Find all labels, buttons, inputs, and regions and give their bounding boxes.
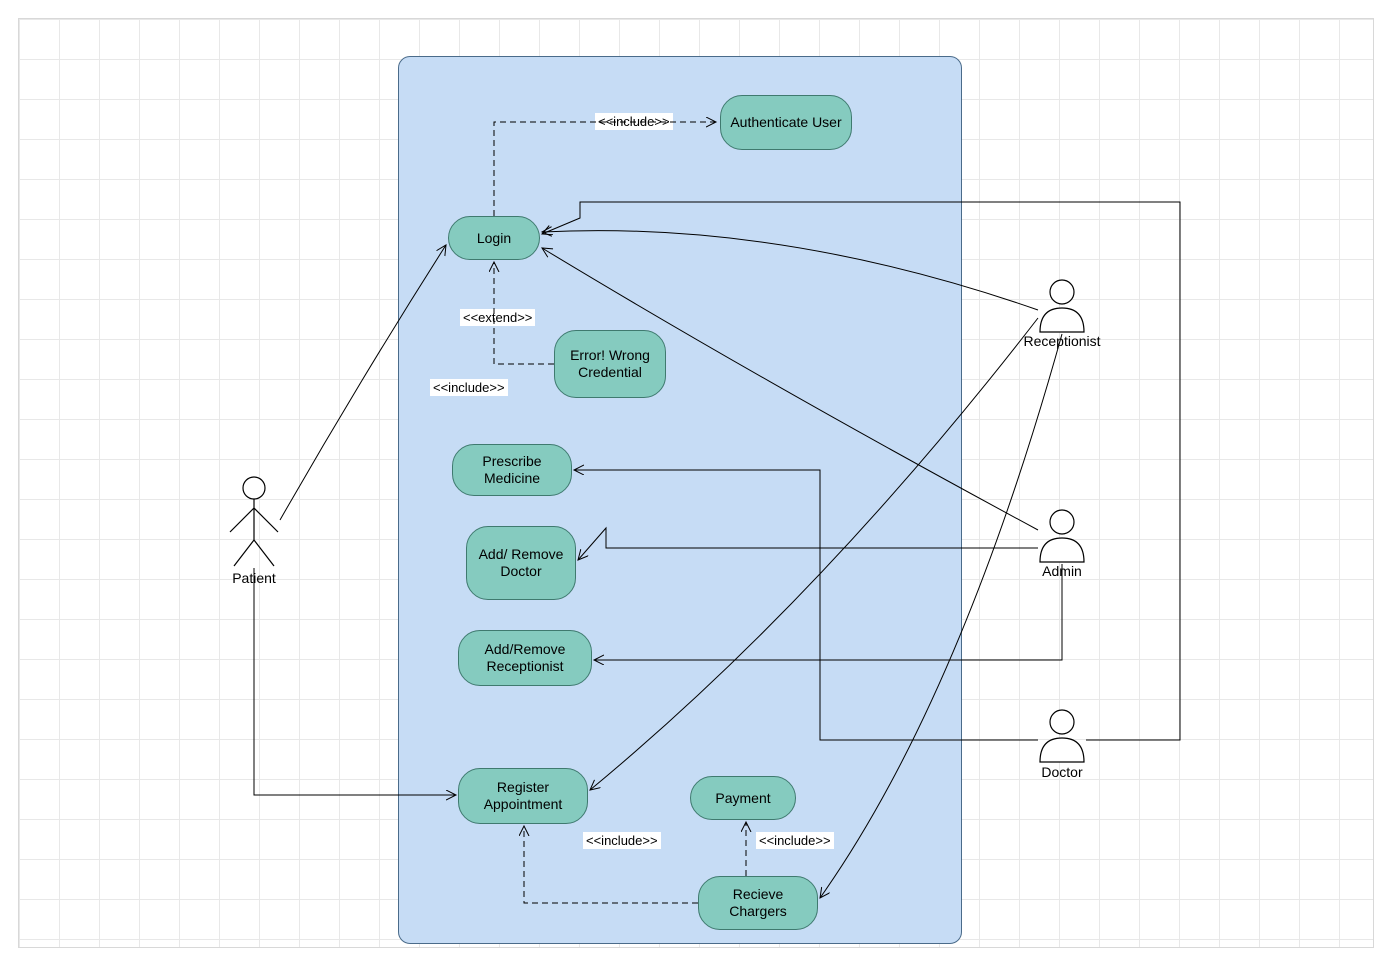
usecase-authenticate-label: Authenticate User bbox=[730, 114, 841, 131]
actor-receptionist-label: Receptionist bbox=[1002, 333, 1122, 349]
usecase-register-appt: Register Appointment bbox=[458, 768, 588, 824]
usecase-add-doctor: Add/ Remove Doctor bbox=[466, 526, 576, 600]
stereo-include-auth: <<include>> bbox=[595, 113, 673, 130]
usecase-login: Login bbox=[448, 216, 540, 260]
usecase-register-appt-label: Register Appointment bbox=[467, 779, 579, 813]
stereo-include-error: <<include>> bbox=[430, 379, 508, 396]
stereo-extend-error: <<extend>> bbox=[460, 309, 535, 326]
usecase-add-receptionist: Add/Remove Receptionist bbox=[458, 630, 592, 686]
usecase-payment-label: Payment bbox=[715, 790, 770, 807]
usecase-prescribe-label: Prescribe Medicine bbox=[461, 453, 563, 487]
actor-doctor-label: Doctor bbox=[1002, 764, 1122, 780]
usecase-payment: Payment bbox=[690, 776, 796, 820]
actor-admin-label: Admin bbox=[1002, 563, 1122, 579]
usecase-receive-label: Recieve Chargers bbox=[707, 886, 809, 920]
usecase-error: Error! Wrong Credential bbox=[554, 330, 666, 398]
stereo-include-payment: <<include>> bbox=[756, 832, 834, 849]
actor-patient-label: Patient bbox=[194, 570, 314, 586]
usecase-receive: Recieve Chargers bbox=[698, 876, 818, 930]
usecase-login-label: Login bbox=[477, 230, 511, 247]
usecase-error-label: Error! Wrong Credential bbox=[563, 347, 657, 381]
usecase-add-doctor-label: Add/ Remove Doctor bbox=[475, 546, 567, 580]
usecase-authenticate: Authenticate User bbox=[720, 95, 852, 150]
usecase-add-receptionist-label: Add/Remove Receptionist bbox=[467, 641, 583, 675]
stereo-include-register: <<include>> bbox=[583, 832, 661, 849]
usecase-prescribe: Prescribe Medicine bbox=[452, 444, 572, 496]
